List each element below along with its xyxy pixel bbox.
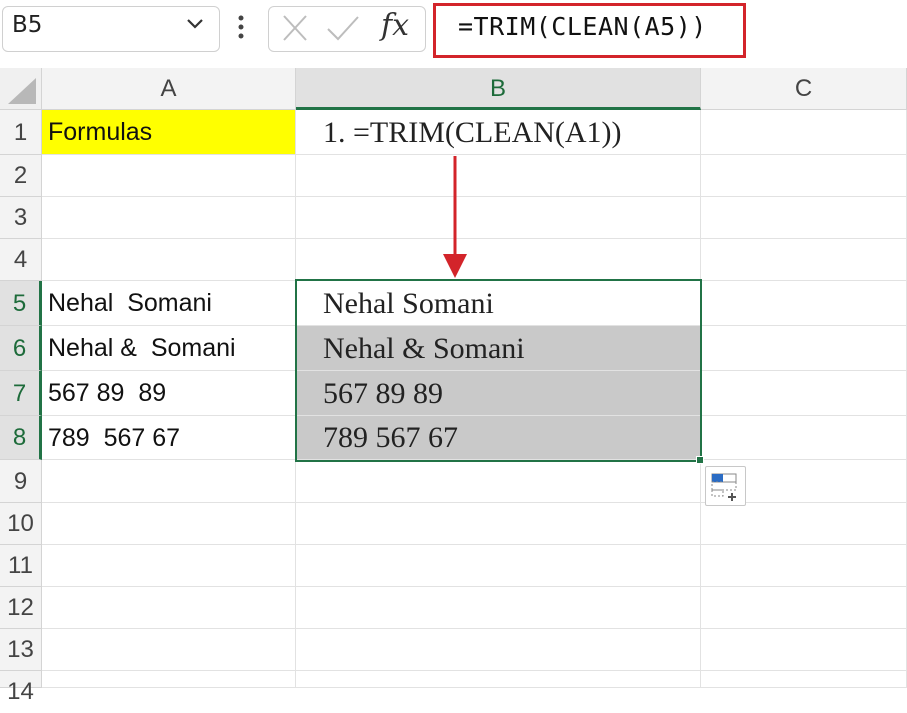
cell-b10[interactable] (296, 503, 701, 545)
row-header-10[interactable]: 10 (0, 503, 42, 545)
cell-c1[interactable] (701, 110, 907, 155)
row-header-9[interactable]: 9 (0, 460, 42, 503)
cell-b9[interactable] (296, 460, 701, 503)
cell-c2[interactable] (701, 155, 907, 197)
cell-a8[interactable]: 789 567 67 (42, 416, 296, 460)
row-header-12[interactable]: 12 (0, 587, 42, 629)
check-icon[interactable] (326, 14, 360, 42)
cell-a2[interactable] (42, 155, 296, 197)
cell-b6[interactable]: Nehal & Somani (296, 326, 701, 371)
cell-c7[interactable] (701, 371, 907, 416)
cell-a13[interactable] (42, 629, 296, 671)
row-header-3[interactable]: 3 (0, 197, 42, 239)
cell-a12[interactable] (42, 587, 296, 629)
quick-analysis-button[interactable] (705, 466, 746, 506)
cell-a7[interactable]: 567 89 89 (42, 371, 296, 416)
row-header-4[interactable]: 4 (0, 239, 42, 281)
cell-a10[interactable] (42, 503, 296, 545)
cell-b11[interactable] (296, 545, 701, 587)
column-header-b[interactable]: B (296, 68, 701, 110)
cell-a14[interactable] (42, 671, 296, 688)
cell-c10[interactable] (701, 503, 907, 545)
cell-a5[interactable]: Nehal Somani (42, 281, 296, 326)
cell-b4[interactable] (296, 239, 701, 281)
cell-b1[interactable]: 1. =TRIM(CLEAN(A1)) (296, 110, 701, 155)
cell-a6[interactable]: Nehal & Somani (42, 326, 296, 371)
vertical-dots-icon[interactable] (236, 12, 246, 42)
quick-analysis-icon (711, 473, 737, 501)
name-box-value: B5 (12, 12, 43, 38)
cell-c8[interactable] (701, 416, 907, 460)
column-header-a[interactable]: A (42, 68, 296, 110)
cell-b14[interactable] (296, 671, 701, 688)
row-header-7[interactable]: 7 (0, 371, 42, 416)
formula-text: =TRIM(CLEAN(A5)) (458, 12, 707, 41)
cell-c6[interactable] (701, 326, 907, 371)
cell-c11[interactable] (701, 545, 907, 587)
cell-b3[interactable] (296, 197, 701, 239)
cell-a11[interactable] (42, 545, 296, 587)
fill-handle[interactable] (696, 456, 704, 464)
row-header-6[interactable]: 6 (0, 326, 42, 371)
column-header-c[interactable]: C (701, 68, 907, 110)
row-header-2[interactable]: 2 (0, 155, 42, 197)
row-header-1[interactable]: 1 (0, 110, 42, 155)
cell-b2[interactable] (296, 155, 701, 197)
cell-a1[interactable]: Formulas (42, 110, 296, 155)
cell-b5[interactable]: Nehal Somani (296, 281, 701, 326)
cell-b7[interactable]: 567 89 89 (296, 371, 701, 416)
close-icon[interactable] (282, 14, 308, 42)
cell-b8[interactable]: 789 567 67 (296, 416, 701, 460)
cell-c4[interactable] (701, 239, 907, 281)
cell-a9[interactable] (42, 460, 296, 503)
row-header-11[interactable]: 11 (0, 545, 42, 587)
row-header-14[interactable]: 14 (0, 671, 42, 705)
cell-c5[interactable] (701, 281, 907, 326)
chevron-down-icon[interactable] (186, 18, 204, 30)
insert-function-icon[interactable]: fx (381, 8, 409, 43)
cell-c14[interactable] (701, 671, 907, 688)
cell-c3[interactable] (701, 197, 907, 239)
row-header-8[interactable]: 8 (0, 416, 42, 460)
row-header-13[interactable]: 13 (0, 629, 42, 671)
cell-c12[interactable] (701, 587, 907, 629)
cell-b12[interactable] (296, 587, 701, 629)
cell-c13[interactable] (701, 629, 907, 671)
select-all-triangle-icon (8, 78, 36, 104)
row-header-5[interactable]: 5 (0, 281, 42, 326)
cell-a3[interactable] (42, 197, 296, 239)
cell-a4[interactable] (42, 239, 296, 281)
cell-b13[interactable] (296, 629, 701, 671)
